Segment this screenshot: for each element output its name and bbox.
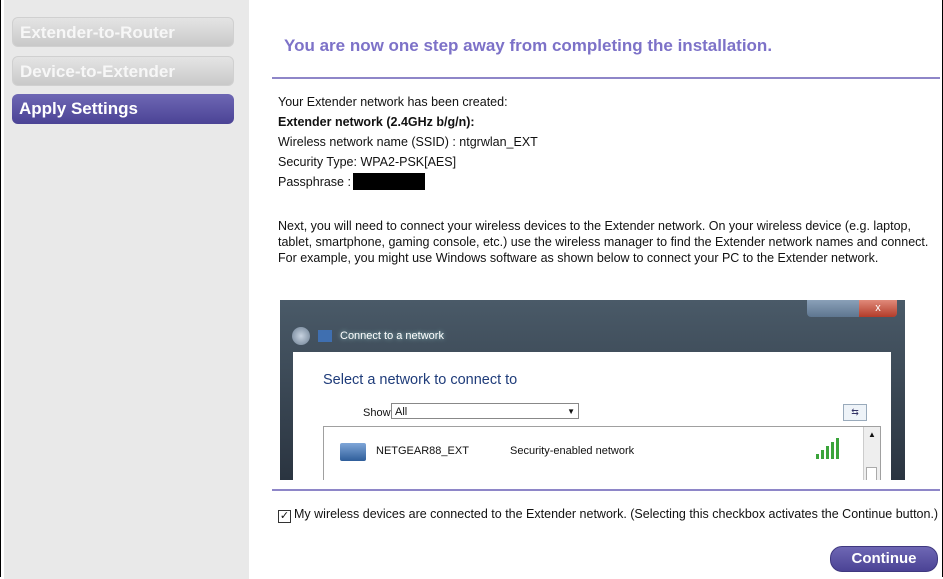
confirm-checkbox[interactable]: ✓	[278, 510, 291, 523]
dropdown-arrow-icon: ▼	[567, 407, 575, 416]
network-list: NETGEAR88_EXT Security-enabled network ▲	[323, 426, 881, 480]
sidebar: Extender-to-Router Device-to-Extender Ap…	[4, 0, 249, 579]
network-ssid: NETGEAR88_EXT	[376, 445, 469, 457]
passphrase-row: Passphrase :	[278, 172, 538, 192]
network-info: Your Extender network has been created: …	[278, 92, 538, 192]
bottom-divider	[272, 489, 940, 491]
passphrase-redacted	[352, 173, 425, 190]
show-select: All ▼	[391, 403, 579, 419]
network-heading: Extender network (2.4GHz b/g/n):	[278, 115, 475, 129]
signal-strength-icon	[816, 437, 840, 459]
show-select-value: All	[395, 406, 408, 418]
window-controls: x	[807, 300, 897, 317]
list-scrollbar: ▲	[863, 427, 880, 480]
page-title: You are now one step away from completin…	[284, 36, 773, 55]
refresh-icon: ⇆	[843, 404, 867, 421]
window-title: Connect to a network	[340, 330, 444, 342]
ssid-line: Wireless network name (SSID) : ntgrwlan_…	[278, 135, 538, 149]
sidebar-item-device-to-extender[interactable]: Device-to-Extender	[12, 56, 234, 86]
example-screenshot: x Connect to a network Select a network …	[280, 300, 905, 480]
back-arrow-icon	[292, 327, 310, 345]
confirm-row: ✓ My wireless devices are connected to th…	[278, 507, 943, 523]
scroll-thumb	[866, 467, 877, 480]
created-text: Your Extender network has been created:	[278, 95, 508, 109]
computer-network-icon	[340, 443, 366, 461]
window-panel: Select a network to connect to Show All ▼…	[293, 352, 891, 480]
scroll-up-icon: ▲	[868, 430, 876, 439]
sidebar-item-apply-settings[interactable]: Apply Settings	[12, 94, 234, 124]
sidebar-item-extender-to-router[interactable]: Extender-to-Router	[12, 17, 234, 47]
select-network-heading: Select a network to connect to	[323, 372, 518, 388]
title-divider	[272, 77, 940, 79]
instructions-text: Next, you will need to connect your wire…	[278, 219, 929, 265]
security-line: Security Type: WPA2-PSK[AES]	[278, 155, 457, 169]
close-icon: x	[859, 300, 897, 317]
show-label: Show	[363, 407, 391, 419]
network-icon	[318, 330, 332, 342]
continue-button[interactable]: Continue	[830, 546, 938, 572]
confirm-checkbox-label: My wireless devices are connected to the…	[294, 507, 939, 521]
passphrase-label: Passphrase :	[278, 175, 351, 189]
network-security: Security-enabled network	[510, 445, 635, 457]
